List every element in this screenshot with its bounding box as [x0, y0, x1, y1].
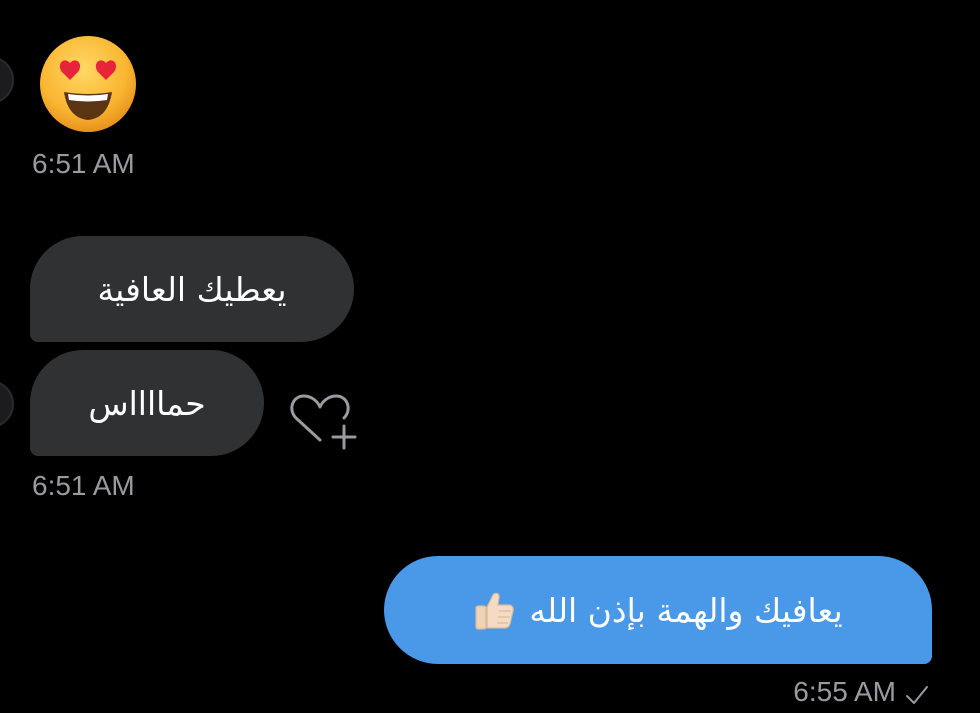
message-text: حمااااس [88, 383, 206, 423]
outgoing-message-bubble[interactable]: يعافيك والهمة بإذن الله [384, 556, 932, 664]
sender-avatar[interactable] [0, 380, 14, 428]
incoming-message-bubble[interactable]: يعطيك العافية [30, 236, 354, 342]
message-timestamp: 6:51 AM [32, 470, 135, 501]
sent-status: 6:55 AM [793, 676, 930, 708]
message-timestamp: 6:51 AM [32, 148, 135, 179]
sender-avatar[interactable] [0, 56, 14, 104]
check-icon [904, 681, 930, 704]
message-text: يعافيك والهمة بإذن الله [529, 590, 843, 630]
heart-eyes-emoji[interactable] [38, 34, 138, 134]
message-timestamp: 6:55 AM [793, 676, 896, 707]
heart-plus-icon[interactable] [288, 390, 360, 452]
message-text: يعطيك العافية [97, 269, 287, 309]
incoming-message-bubble[interactable]: حمااااس [30, 350, 264, 456]
thumbs-up-emoji [473, 589, 515, 631]
